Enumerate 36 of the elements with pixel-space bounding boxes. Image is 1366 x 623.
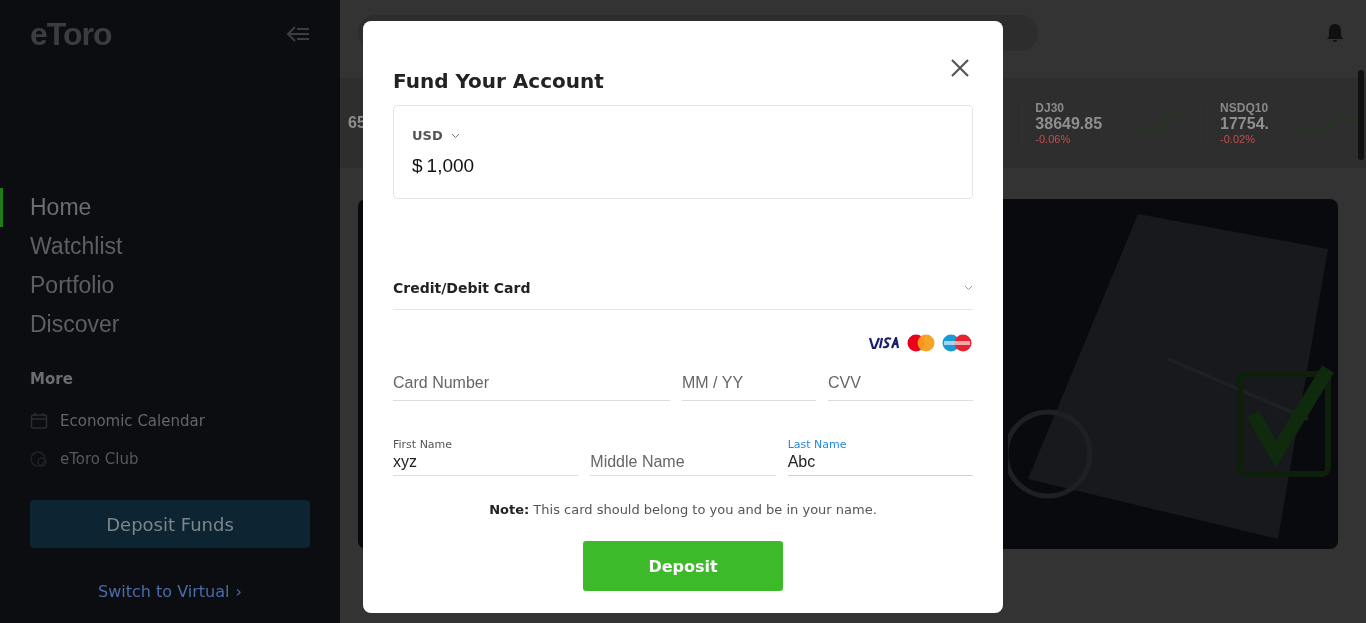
nav-item[interactable]: Discover bbox=[0, 305, 120, 344]
ticker-price: 17754. bbox=[1220, 115, 1269, 133]
ticker-symbol: DJ30 bbox=[1035, 101, 1065, 115]
two-circles-logo-icon bbox=[941, 334, 973, 352]
ticker-symbol: NSDQ10 bbox=[1220, 101, 1269, 115]
currency-symbol: $ bbox=[412, 155, 423, 177]
nav-item[interactable]: Home bbox=[0, 188, 92, 227]
deposit-button[interactable]: Deposit bbox=[583, 541, 783, 591]
menu-item[interactable]: eToro Club bbox=[60, 450, 139, 468]
collapse-icon[interactable] bbox=[286, 26, 310, 42]
ticker-change: -0.06% bbox=[1035, 133, 1072, 145]
switch-to-virtual-link[interactable]: Switch to Virtual bbox=[98, 582, 230, 601]
sparkline-drawing bbox=[1299, 112, 1354, 134]
close-icon[interactable] bbox=[950, 58, 970, 78]
ticker-change: -0.02% bbox=[1220, 133, 1256, 145]
visa-logo-icon bbox=[869, 337, 901, 349]
menu-item[interactable]: Economic Calendar bbox=[60, 412, 205, 430]
caret-icon bbox=[450, 132, 460, 139]
field-label: First Name bbox=[393, 438, 454, 451]
currency-selector[interactable]: USD bbox=[412, 128, 443, 143]
dialog-title: Fund Your Account bbox=[393, 68, 604, 93]
nav-item[interactable]: Portfolio bbox=[0, 266, 115, 305]
deposit-funds-button[interactable]: Deposit Funds bbox=[30, 500, 310, 548]
caret-icon bbox=[964, 285, 973, 291]
amount-input[interactable]: 1,000 bbox=[426, 155, 475, 177]
field-label: Last Name bbox=[787, 438, 848, 451]
note-text: Note: This card should belong to you and be in your name. bbox=[488, 502, 878, 517]
two-circles-logo-icon bbox=[907, 334, 935, 352]
ticker-price: 38649.85 bbox=[1035, 115, 1103, 133]
calendar-icon bbox=[30, 412, 48, 430]
sparkline-drawing bbox=[1132, 112, 1188, 134]
chevron-icon: › bbox=[235, 582, 242, 601]
scrollbar[interactable] bbox=[1358, 70, 1364, 160]
nav-item[interactable]: Watchlist bbox=[0, 227, 123, 266]
section-heading: More bbox=[30, 370, 73, 388]
notification-bell-icon[interactable] bbox=[1326, 23, 1344, 43]
